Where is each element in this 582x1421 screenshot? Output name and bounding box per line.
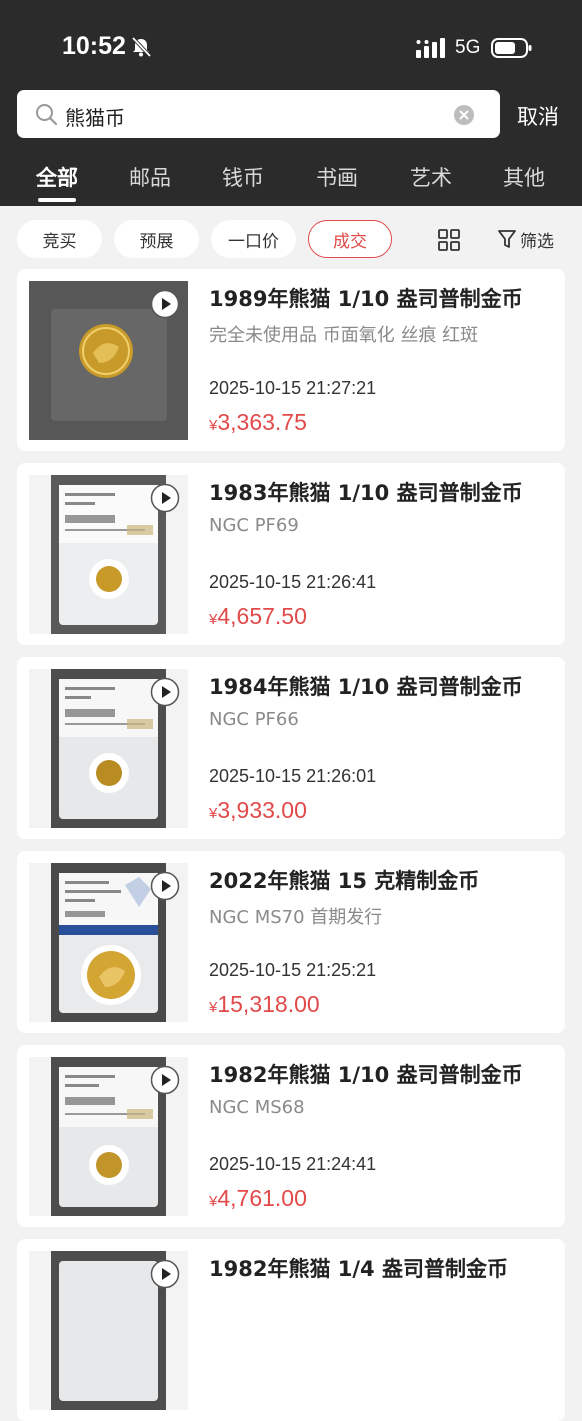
video-play-icon[interactable]	[150, 677, 180, 707]
item-thumbnail	[29, 863, 188, 1022]
tab-other[interactable]: 其他	[503, 162, 545, 192]
item-subtitle: NGC MS70 首期发行	[209, 907, 383, 928]
chip-preview[interactable]: 预展	[114, 220, 199, 258]
item-thumbnail	[29, 669, 188, 828]
video-play-icon[interactable]	[150, 871, 180, 901]
item-title: 2022年熊猫 15 克精制金币	[209, 869, 480, 893]
item-price: ¥4,657.50	[209, 603, 307, 629]
item-price: ¥3,363.75	[209, 409, 307, 435]
list-item[interactable]: 1989年熊猫 1/10 盎司普制金币 完全未使用品 币面氧化 丝痕 红斑 20…	[17, 269, 565, 451]
network-type: 5G	[455, 37, 481, 58]
mute-bell-icon	[131, 36, 152, 58]
item-thumbnail	[29, 475, 188, 634]
search-icon	[36, 104, 57, 125]
video-play-icon[interactable]	[150, 483, 180, 513]
clear-icon[interactable]	[453, 104, 475, 126]
battery-icon	[491, 38, 532, 58]
list-item[interactable]: 1983年熊猫 1/10 盎司普制金币 NGC PF69 2025-10-15 …	[17, 463, 565, 645]
list-item[interactable]: 2022年熊猫 15 克精制金币 NGC MS70 首期发行 2025-10-1…	[17, 851, 565, 1033]
item-title: 1982年熊猫 1/10 盎司普制金币	[209, 1063, 523, 1087]
chip-bidding[interactable]: 竞买	[17, 220, 102, 258]
tab-paintings[interactable]: 书画	[316, 162, 358, 192]
item-time: 2025-10-15 21:26:01	[209, 766, 377, 786]
signal-icon	[416, 38, 445, 58]
item-title: 1989年熊猫 1/10 盎司普制金币	[209, 287, 523, 311]
status-time: 10:52	[62, 32, 126, 60]
cancel-button[interactable]: 取消	[517, 101, 559, 131]
video-play-icon[interactable]	[150, 1065, 180, 1095]
filter-bar: 竞买 预展 一口价 成交 筛选	[0, 206, 582, 268]
item-thumbnail	[29, 1251, 188, 1410]
list-item[interactable]: 1984年熊猫 1/10 盎司普制金币 NGC PF66 2025-10-15 …	[17, 657, 565, 839]
item-time: 2025-10-15 21:27:21	[209, 378, 377, 398]
item-subtitle: NGC PF69	[209, 515, 299, 536]
tab-stamps[interactable]: 邮品	[129, 162, 171, 192]
item-title: 1982年熊猫 1/4 盎司普制金币	[209, 1257, 508, 1281]
item-time: 2025-10-15 21:25:21	[209, 960, 377, 980]
filter-funnel-icon[interactable]	[497, 228, 517, 250]
item-price: ¥3,933.00	[209, 797, 307, 823]
item-subtitle: 完全未使用品 币面氧化 丝痕 红斑	[209, 325, 479, 346]
item-subtitle: NGC MS68	[209, 1097, 305, 1118]
top-header: 10:52 5G 熊猫币 取消 全部 邮品 钱币 书画 艺术 其他	[0, 0, 582, 206]
active-tab-indicator	[38, 198, 76, 202]
item-subtitle: NGC PF66	[209, 709, 299, 730]
category-tabs: 全部 邮品 钱币 书画 艺术 其他	[0, 156, 582, 206]
filter-button[interactable]: 筛选	[520, 227, 554, 252]
search-input[interactable]: 熊猫币	[17, 90, 500, 138]
video-play-icon[interactable]	[150, 1259, 180, 1289]
item-title: 1984年熊猫 1/10 盎司普制金币	[209, 675, 523, 699]
tab-coins[interactable]: 钱币	[222, 162, 264, 192]
chip-sold[interactable]: 成交	[308, 220, 392, 258]
list-item[interactable]: 1982年熊猫 1/10 盎司普制金币 NGC MS68 2025-10-15 …	[17, 1045, 565, 1227]
grid-view-icon[interactable]	[437, 228, 461, 252]
item-thumbnail	[29, 1057, 188, 1216]
item-price: ¥4,761.00	[209, 1185, 307, 1211]
list-item[interactable]: 1982年熊猫 1/4 盎司普制金币	[17, 1239, 565, 1421]
tab-art[interactable]: 艺术	[410, 162, 452, 192]
item-time: 2025-10-15 21:24:41	[209, 1154, 377, 1174]
status-bar: 10:52 5G	[0, 0, 582, 90]
video-play-icon[interactable]	[150, 289, 180, 319]
item-price: ¥15,318.00	[209, 991, 320, 1017]
item-title: 1983年熊猫 1/10 盎司普制金币	[209, 481, 523, 505]
item-thumbnail	[29, 281, 188, 440]
tab-all[interactable]: 全部	[36, 162, 78, 192]
chip-fixed-price[interactable]: 一口价	[211, 220, 296, 258]
search-query: 熊猫币	[65, 106, 125, 130]
item-time: 2025-10-15 21:26:41	[209, 572, 377, 592]
